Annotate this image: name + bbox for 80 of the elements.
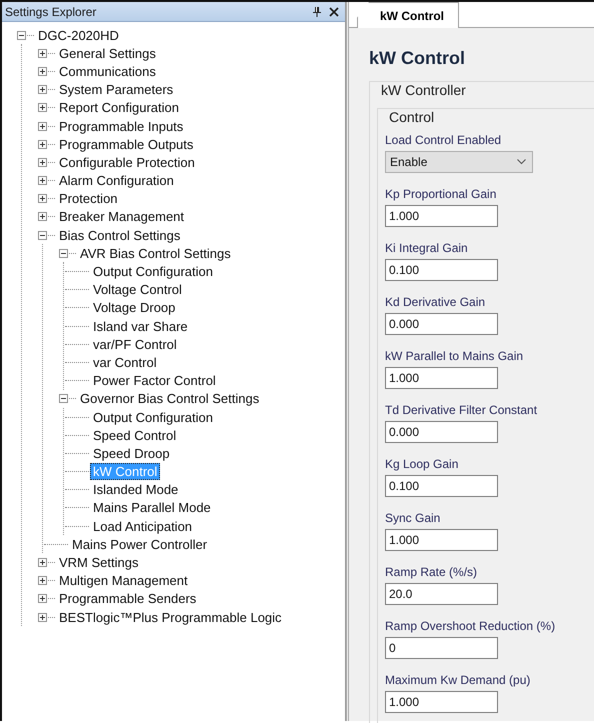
field-label: Maximum Kw Demand (pu) bbox=[385, 673, 530, 687]
tab[interactable]: kW Control bbox=[357, 2, 459, 28]
expand-icon[interactable] bbox=[38, 85, 47, 94]
input-field[interactable]: 0.100 bbox=[385, 475, 498, 497]
input-field[interactable]: 20.0 bbox=[385, 583, 498, 605]
tree-item[interactable]: var Control bbox=[90, 354, 160, 371]
field-label: Td Derivative Filter Constant bbox=[385, 403, 538, 417]
input-field[interactable]: 0.100 bbox=[385, 259, 498, 281]
input-field[interactable]: 1.000 bbox=[385, 205, 498, 227]
input-field[interactable]: 1.000 bbox=[385, 691, 498, 713]
field-label: Ki Integral Gain bbox=[385, 241, 468, 255]
tree-item[interactable]: AVR Bias Control Settings bbox=[77, 244, 234, 262]
tree-item[interactable]: Voltage Control bbox=[90, 281, 185, 298]
tree-item[interactable]: Configurable Protection bbox=[56, 154, 198, 171]
tree-item[interactable]: Breaker Management bbox=[56, 208, 188, 226]
pin-icon[interactable] bbox=[312, 6, 322, 17]
tree-item[interactable]: Power Factor Control bbox=[90, 372, 219, 390]
page-title: kW Control bbox=[369, 48, 466, 69]
tree-item[interactable]: Communications bbox=[56, 62, 159, 80]
tree-item[interactable]: Mains Power Controller bbox=[69, 536, 210, 553]
tree-item[interactable]: Output Configuration bbox=[90, 408, 216, 426]
input-field[interactable]: 0.000 bbox=[385, 421, 498, 443]
tree-item[interactable]: Output Configuration bbox=[90, 263, 216, 280]
expand-icon[interactable] bbox=[38, 66, 47, 76]
tree-item[interactable]: BESTlogic™Plus Programmable Logic bbox=[56, 608, 285, 626]
tree-item[interactable]: Governor Bias Control Settings bbox=[77, 390, 262, 408]
tree-item[interactable]: Multigen Management bbox=[56, 572, 191, 590]
expand-icon[interactable] bbox=[38, 176, 47, 186]
input-field[interactable]: 0 bbox=[385, 637, 498, 659]
expand-icon[interactable] bbox=[38, 48, 47, 58]
group-title: Control bbox=[387, 109, 436, 125]
expand-icon[interactable] bbox=[38, 212, 47, 222]
tree-item[interactable]: Report Configuration bbox=[56, 99, 182, 116]
tree-item[interactable]: Protection bbox=[56, 190, 121, 208]
tree-item[interactable]: Speed Droop bbox=[90, 444, 173, 462]
field-label: Kp Proportional Gain bbox=[385, 187, 496, 201]
field-label: Kg Loop Gain bbox=[385, 457, 458, 471]
input-field[interactable]: 1.000 bbox=[385, 367, 498, 389]
input-field[interactable]: 1.000 bbox=[385, 529, 498, 551]
expand-icon[interactable] bbox=[38, 140, 47, 149]
tree-item[interactable]: Programmable Inputs bbox=[56, 118, 186, 135]
expand-icon[interactable] bbox=[38, 194, 47, 204]
tree-item[interactable]: General Settings bbox=[56, 44, 159, 62]
group-title: kW Controller bbox=[379, 82, 468, 98]
collapse-icon[interactable] bbox=[59, 248, 68, 258]
field-label: Sync Gain bbox=[385, 511, 440, 525]
tree-item[interactable]: System Parameters bbox=[56, 81, 176, 98]
expand-icon[interactable] bbox=[38, 612, 47, 622]
tree-item[interactable]: Bias Control Settings bbox=[56, 226, 184, 244]
tree-item[interactable]: Load Anticipation bbox=[90, 518, 196, 535]
expand-icon[interactable] bbox=[38, 122, 47, 131]
field-label: Ramp Overshoot Reduction (%) bbox=[385, 619, 556, 633]
collapse-icon[interactable] bbox=[17, 30, 26, 40]
panel-title: Settings Explorer bbox=[5, 4, 98, 18]
expand-icon[interactable] bbox=[38, 594, 47, 604]
input-field[interactable]: 0.000 bbox=[385, 313, 498, 335]
tree-item[interactable]: Programmable Outputs bbox=[56, 136, 196, 153]
expand-icon[interactable] bbox=[38, 576, 47, 586]
field-label: Kd Derivative Gain bbox=[385, 295, 486, 309]
field-label: kW Parallel to Mains Gain bbox=[385, 349, 524, 363]
tree-item[interactable]: Speed Control bbox=[90, 426, 180, 444]
tree-item[interactable]: var/PF Control bbox=[90, 336, 180, 353]
expand-icon[interactable] bbox=[38, 103, 47, 112]
tree-item[interactable]: Mains Parallel Mode bbox=[90, 499, 214, 516]
field-label: Ramp Rate (%/s) bbox=[385, 565, 478, 579]
chevron-down-icon bbox=[517, 159, 526, 165]
expand-icon[interactable] bbox=[38, 558, 47, 568]
tree-item[interactable]: DGC-2020HD bbox=[35, 26, 122, 44]
close-icon[interactable] bbox=[329, 6, 339, 17]
tree-item[interactable]: Islanded Mode bbox=[90, 481, 182, 498]
tree-item[interactable]: Island var Share bbox=[90, 318, 191, 335]
tree-item[interactable]: Voltage Droop bbox=[90, 299, 178, 316]
collapse-icon[interactable] bbox=[59, 394, 68, 404]
dropdown[interactable]: Enable bbox=[385, 151, 533, 173]
collapse-icon[interactable] bbox=[38, 230, 47, 240]
tree-item[interactable]: VRM Settings bbox=[56, 554, 142, 572]
tree-item[interactable]: Alarm Configuration bbox=[56, 172, 177, 190]
expand-icon[interactable] bbox=[38, 158, 47, 167]
tree-item[interactable]: Programmable Senders bbox=[56, 590, 200, 608]
field-label: Load Control Enabled bbox=[385, 133, 502, 147]
